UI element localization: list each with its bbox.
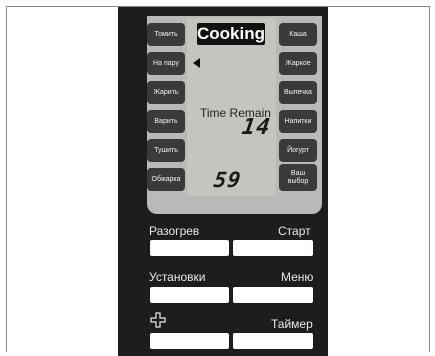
start-label: Старт	[278, 224, 311, 238]
plus-button[interactable]	[150, 333, 229, 349]
mode-label: Ваш выбор	[287, 169, 309, 185]
start-button[interactable]	[233, 240, 313, 256]
mode-button-zharkoe[interactable]: Жаркое	[279, 52, 317, 75]
selection-arrow-icon	[193, 58, 200, 68]
mode-label: Жаркое	[285, 59, 311, 67]
mode-label: Выпечка	[284, 88, 312, 96]
menu-label: Меню	[281, 270, 314, 284]
time-value-secondary: 59	[212, 168, 243, 192]
mode-button-obzharka[interactable]: Обжарка	[147, 168, 185, 191]
time-value-primary: 14	[240, 115, 273, 140]
settings-button[interactable]	[150, 287, 229, 303]
mode-button-zharit[interactable]: Жарить	[147, 81, 185, 104]
mode-label: Йогурт	[287, 146, 309, 154]
mode-button-kasha[interactable]: Каша	[279, 23, 317, 46]
mode-button-varit[interactable]: Варить	[147, 110, 185, 133]
mode-label: Обжарка	[151, 175, 181, 183]
mode-button-vash-vybor[interactable]: Ваш выбор	[279, 164, 317, 191]
plus-icon	[150, 312, 166, 328]
mode-button-tushit[interactable]: Тушить	[147, 139, 185, 162]
mode-label: Томить	[154, 30, 178, 38]
reheat-button[interactable]	[150, 240, 229, 256]
mode-label: Варить	[154, 117, 178, 125]
mode-label: На пару	[153, 59, 179, 67]
menu-button[interactable]	[233, 287, 313, 303]
mode-label: Каша	[289, 30, 307, 38]
mode-button-napitki[interactable]: Напитки	[279, 110, 317, 133]
timer-button[interactable]	[233, 333, 313, 349]
mode-label: Тушить	[154, 146, 178, 154]
mode-button-yogurt[interactable]: Йогурт	[279, 139, 317, 162]
reheat-label: Разогрев	[149, 224, 200, 238]
mode-button-na-paru[interactable]: На пару	[147, 52, 185, 75]
mode-label: Жарить	[153, 88, 179, 96]
mode-label: Напитки	[284, 117, 312, 125]
settings-label: Установки	[149, 270, 206, 284]
cooking-indicator: Cooking	[197, 23, 265, 45]
mode-button-tomit[interactable]: Томить	[147, 23, 185, 46]
timer-label: Таймер	[271, 317, 313, 331]
mode-button-vypechka[interactable]: Выпечка	[279, 81, 317, 104]
